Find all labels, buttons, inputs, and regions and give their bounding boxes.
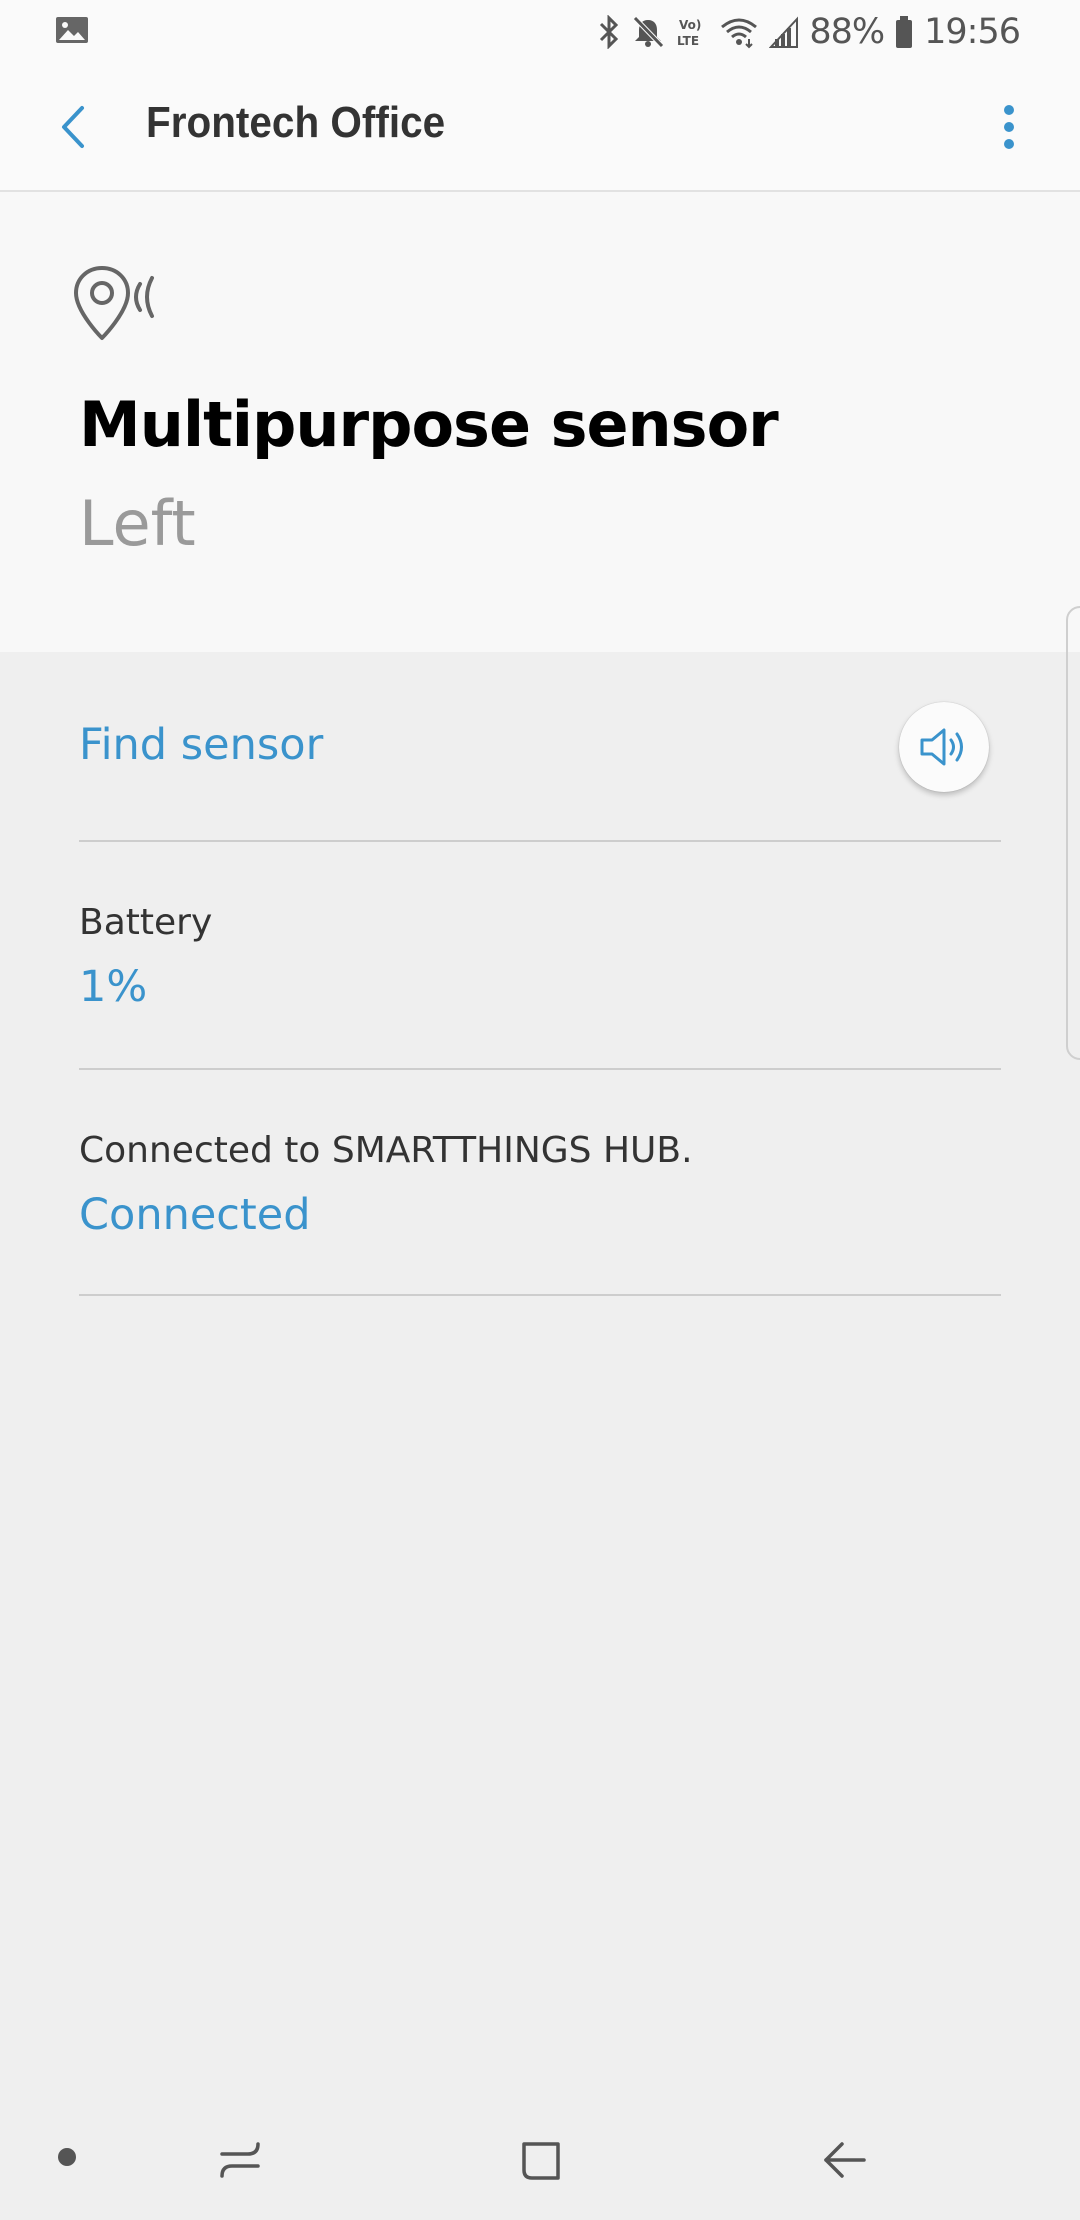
back-icon bbox=[824, 2142, 866, 2178]
svg-text:Vo): Vo) bbox=[679, 18, 701, 32]
wifi-icon bbox=[721, 18, 758, 49]
find-sensor-label: Find sensor bbox=[79, 720, 324, 770]
gallery-icon bbox=[56, 17, 88, 43]
find-sensor-row[interactable]: Find sensor bbox=[79, 652, 1001, 842]
find-sensor-sound-button[interactable] bbox=[899, 702, 989, 792]
battery-row: Battery 1% bbox=[79, 840, 1001, 1070]
battery-icon bbox=[896, 16, 913, 48]
back-nav-button[interactable] bbox=[812, 2128, 876, 2192]
battery-value: 1% bbox=[79, 962, 148, 1012]
device-header: Multipurpose sensor Left bbox=[0, 192, 1080, 652]
connection-status: Connected bbox=[79, 1190, 311, 1240]
home-icon bbox=[522, 2142, 560, 2180]
signal-icon bbox=[769, 16, 799, 48]
nav-dot-icon[interactable] bbox=[58, 2148, 76, 2166]
home-button[interactable] bbox=[510, 2128, 574, 2192]
edge-panel-handle[interactable] bbox=[1066, 606, 1080, 1060]
status-icons: Vo) LTE 88% 19:56 bbox=[597, 8, 1021, 56]
app-bar: Frontech Office bbox=[0, 64, 1080, 192]
status-bar: Vo) LTE 88% 19:56 bbox=[0, 0, 1080, 64]
recents-button[interactable] bbox=[208, 2128, 272, 2192]
svg-text:LTE: LTE bbox=[677, 34, 699, 48]
battery-percent: 88% bbox=[809, 12, 885, 52]
connection-row: Connected to SMARTTHINGS HUB. Connected bbox=[79, 1068, 1001, 1296]
status-time: 19:56 bbox=[924, 12, 1021, 52]
connection-label: Connected to SMARTTHINGS HUB. bbox=[79, 1130, 693, 1171]
page-title: Frontech Office bbox=[146, 98, 446, 147]
bluetooth-icon bbox=[600, 15, 619, 49]
navigation-bar bbox=[0, 2100, 1080, 2220]
device-name: Multipurpose sensor bbox=[79, 388, 779, 461]
recents-icon bbox=[220, 2142, 260, 2178]
battery-label: Battery bbox=[79, 902, 213, 943]
device-room: Left bbox=[79, 487, 196, 560]
speaker-icon bbox=[920, 728, 963, 766]
more-options-button[interactable] bbox=[976, 94, 1042, 160]
back-arrow-icon bbox=[62, 106, 84, 148]
back-button[interactable] bbox=[40, 94, 106, 160]
multipurpose-sensor-icon bbox=[74, 266, 154, 340]
more-options-icon bbox=[1004, 105, 1014, 149]
mute-icon bbox=[633, 16, 665, 48]
volte-icon: Vo) LTE bbox=[677, 18, 701, 48]
